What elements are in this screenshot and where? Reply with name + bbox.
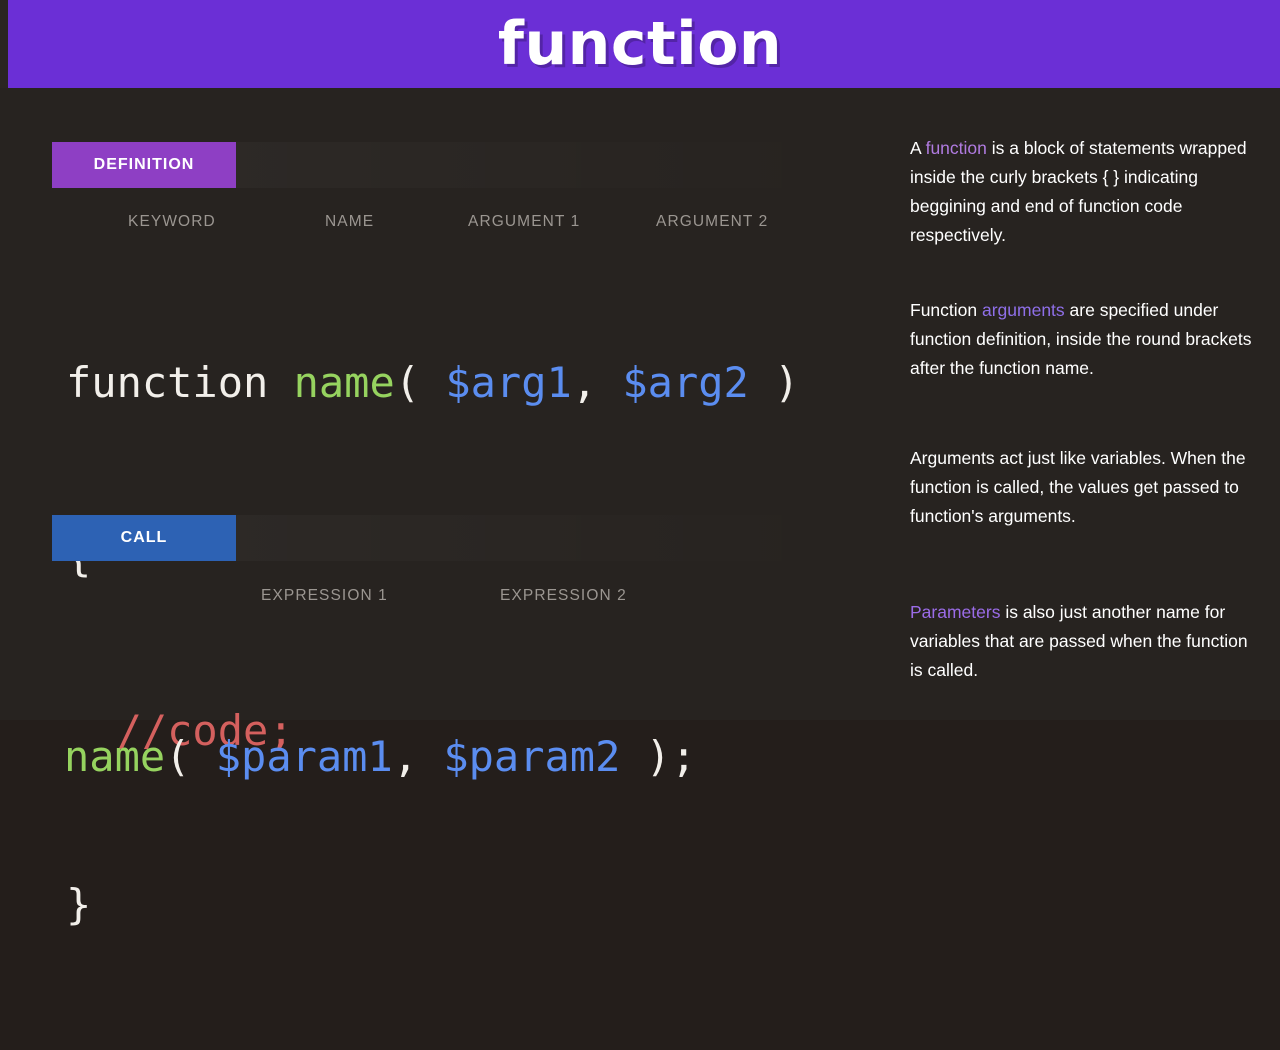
token-param1: $param1 (215, 732, 393, 781)
annotation-keyword: KEYWORD (128, 213, 216, 230)
call-code-line-1: name( $param1, $param2 ); (64, 728, 696, 786)
token-space-2 (420, 358, 445, 407)
token-arg2: $arg2 (622, 358, 749, 407)
token-call-space-3 (620, 732, 645, 781)
token-space-1 (268, 358, 293, 407)
token-call-name: name (64, 732, 166, 781)
note-definition-highlight: function (925, 138, 987, 158)
token-space-4 (749, 358, 774, 407)
token-call-space-1 (190, 732, 215, 781)
note-parameters: Parameters is also just another name for… (910, 598, 1260, 685)
left-content-column: DEFINITION KEYWORD NAME ARGUMENT 1 ARGUM… (0, 88, 880, 929)
definition-chip: DEFINITION (52, 142, 236, 188)
definition-code-line-1: function name( $arg1, $arg2 ) (66, 354, 799, 412)
token-function-name: name (293, 358, 395, 407)
annotation-argument-1: ARGUMENT 1 (468, 213, 581, 230)
definition-label-bar: DEFINITION (52, 142, 832, 188)
annotation-expression-1: EXPRESSION 1 (261, 587, 388, 604)
annotation-name: NAME (325, 213, 375, 230)
page-title: function (497, 9, 783, 79)
note-definition-pre: A (910, 138, 926, 158)
token-call-comma: , (392, 732, 419, 781)
call-chip: CALL (52, 515, 236, 561)
annotation-argument-2: ARGUMENT 2 (656, 213, 769, 230)
token-param2: $param2 (443, 732, 621, 781)
token-comma-args: , (571, 358, 598, 407)
note-arguments-highlight: arguments (981, 300, 1065, 320)
token-call-space-2 (418, 732, 443, 781)
slide-root: function DEFINITION KEYWORD NAME ARGUMEN… (0, 0, 1280, 929)
note-arguments-behavior-text: Arguments act just like variables. When … (910, 448, 1246, 526)
banner-left-strip (0, 0, 8, 88)
call-code-block: name( $param1, $param2 ); (64, 612, 696, 902)
note-arguments: Function arguments are specified under f… (910, 296, 1260, 383)
token-call-paren-close: ) (645, 732, 671, 781)
note-arguments-pre: Function (910, 300, 982, 320)
token-call-paren-open: ( (165, 732, 191, 781)
token-arg1: $arg1 (445, 358, 572, 407)
token-paren-open: ( (394, 358, 421, 407)
annotation-expression-2: EXPRESSION 2 (500, 587, 627, 604)
note-parameters-highlight: Parameters (910, 602, 1001, 622)
token-call-semicolon: ; (670, 732, 697, 781)
call-label-bar: CALL (52, 515, 832, 561)
note-arguments-behavior: Arguments act just like variables. When … (910, 444, 1260, 531)
note-definition: A function is a block of statements wrap… (910, 134, 1260, 250)
title-banner: function (0, 0, 1280, 88)
notes-column: A function is a block of statements wrap… (880, 88, 1280, 720)
token-space-3 (597, 358, 622, 407)
token-keyword-function: function (66, 358, 269, 407)
token-paren-close: ) (774, 358, 800, 407)
